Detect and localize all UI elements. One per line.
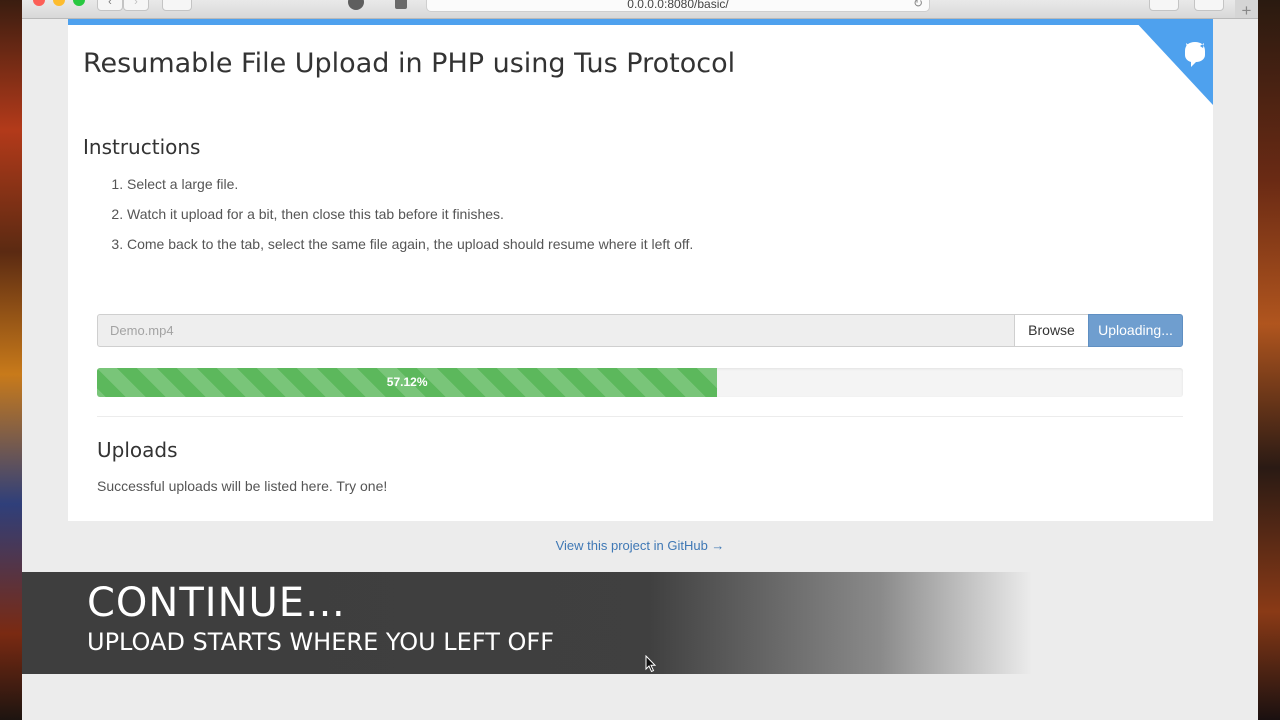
forward-button[interactable]: › xyxy=(123,0,149,11)
new-tab-button[interactable]: + xyxy=(1235,0,1258,20)
caption-subtitle: UPLOAD STARTS WHERE YOU LEFT OFF xyxy=(87,628,555,656)
video-caption-overlay: CONTINUE… UPLOAD STARTS WHERE YOU LEFT O… xyxy=(22,572,1032,674)
github-octocat-icon xyxy=(1185,42,1205,67)
instruction-step: Watch it upload for a bit, then close th… xyxy=(127,202,1027,232)
browser-toolbar: ‹ › 0.0.0.0:8080/basic/ ↻ + xyxy=(22,0,1258,20)
reload-icon[interactable]: ↻ xyxy=(913,0,923,13)
card-accent-bar xyxy=(68,19,1213,25)
zoom-window-button[interactable] xyxy=(73,0,85,6)
show-tabs-button[interactable] xyxy=(1194,0,1224,11)
mouse-pointer-icon xyxy=(645,655,657,673)
close-window-button[interactable] xyxy=(33,0,45,6)
upload-progress: 57.12% xyxy=(97,368,1183,397)
main-card: Resumable File Upload in PHP using Tus P… xyxy=(68,19,1213,521)
browse-button[interactable]: Browse xyxy=(1015,314,1089,347)
chevron-right-icon: › xyxy=(134,0,138,8)
page-title: Resumable File Upload in PHP using Tus P… xyxy=(83,48,736,79)
github-project-link-text[interactable]: View this project in GitHub → xyxy=(556,538,725,553)
instruction-step: Select a large file. xyxy=(127,172,1027,202)
address-bar-url: 0.0.0.0:8080/basic/ xyxy=(627,0,729,11)
instructions-heading: Instructions xyxy=(83,135,201,159)
uploads-empty-message: Successful uploads will be listed here. … xyxy=(97,478,388,494)
caption-title: CONTINUE… xyxy=(87,580,347,626)
share-button[interactable] xyxy=(1149,0,1179,11)
minimize-window-button[interactable] xyxy=(53,0,65,6)
sidebar-toggle-button[interactable] xyxy=(162,0,192,11)
desktop-wallpaper-left xyxy=(0,0,22,720)
back-button[interactable]: ‹ xyxy=(97,0,123,11)
file-name-field[interactable]: Demo.mp4 xyxy=(97,314,1015,347)
desktop-wallpaper-right xyxy=(1258,0,1280,720)
instruction-step: Come back to the tab, select the same fi… xyxy=(127,232,1027,262)
chevron-left-icon: ‹ xyxy=(108,0,112,8)
github-corner-link[interactable] xyxy=(1133,19,1213,105)
upload-button[interactable]: Uploading... xyxy=(1088,314,1183,347)
divider xyxy=(97,416,1183,417)
instructions-list: Select a large file. Watch it upload for… xyxy=(83,172,1027,262)
upload-progress-bar: 57.12% xyxy=(97,368,718,397)
address-bar[interactable]: 0.0.0.0:8080/basic/ ↻ xyxy=(426,0,930,12)
uploads-heading: Uploads xyxy=(97,438,178,462)
github-project-link: View this project in GitHub → xyxy=(22,538,1258,553)
adblock-extension-icon[interactable] xyxy=(348,0,364,10)
ghostery-extension-icon[interactable] xyxy=(395,0,407,9)
